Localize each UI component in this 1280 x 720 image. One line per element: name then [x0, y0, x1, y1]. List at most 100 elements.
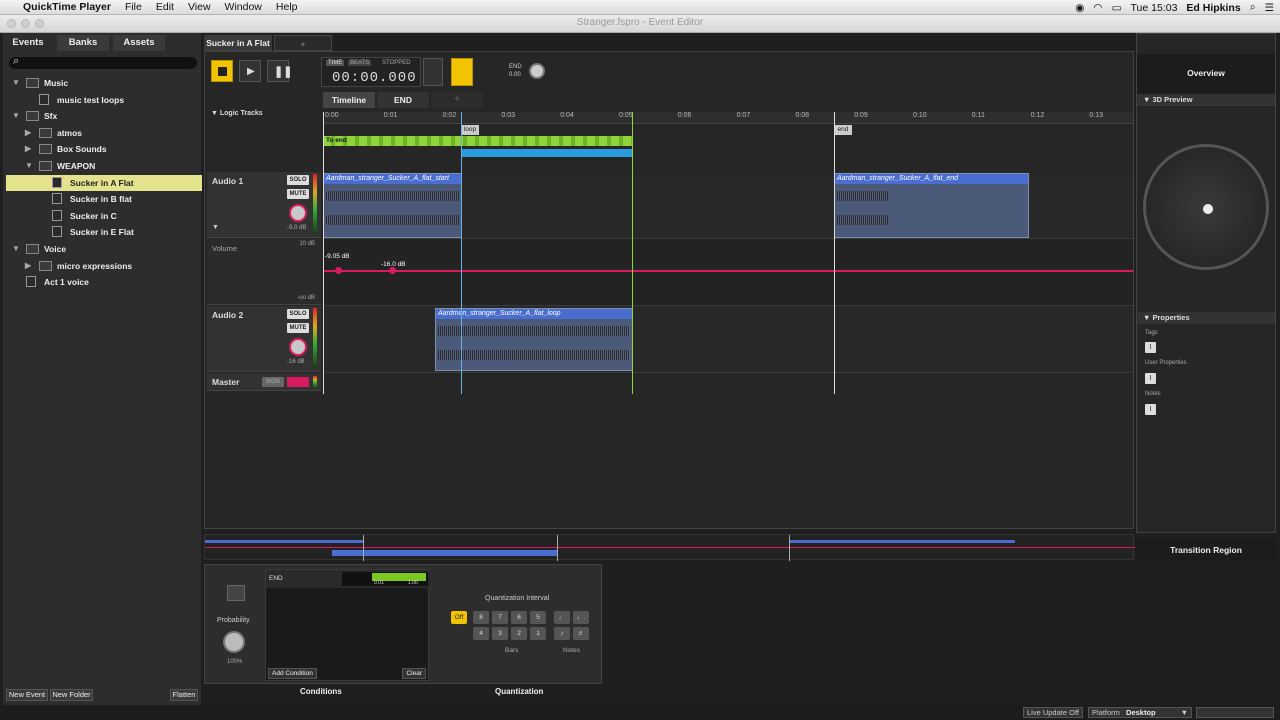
dotted-quarter-note-icon[interactable]: ♩.: [573, 611, 589, 624]
expanded-arrow-icon[interactable]: ▼: [25, 158, 33, 174]
timeline-lanes[interactable]: 0:00 0:01 0:02 0:03 0:04 0:05 0:06 0:07 0:08 0:09…: [323, 112, 1133, 394]
track-header-audio-2[interactable]: Audio 2 SOLO MUTE -16 dB: [207, 306, 321, 372]
loop-marker[interactable]: loop: [461, 125, 479, 135]
tab-timeline[interactable]: Timeline: [323, 92, 375, 108]
solo-button[interactable]: SOLO: [287, 175, 309, 185]
platform-select[interactable]: Platform Desktop ▼: [1088, 707, 1192, 718]
3d-preview-header[interactable]: ▼ 3D Preview: [1137, 94, 1275, 106]
tree-item[interactable]: music test loops: [6, 92, 202, 108]
tree-item[interactable]: Sucker in A Flat: [6, 174, 202, 191]
new-folder-button[interactable]: New Folder: [50, 689, 93, 701]
condition-range[interactable]: 0.01 1.00: [342, 572, 428, 586]
live-update-button[interactable]: Live Update Off: [1023, 707, 1083, 718]
menu-edit[interactable]: Edit: [149, 1, 181, 13]
add-condition-button[interactable]: Add Condition: [268, 668, 317, 679]
tab-assets[interactable]: Assets: [113, 35, 165, 51]
tree-item[interactable]: Act 1 voice: [6, 274, 202, 290]
automation-point[interactable]: [389, 267, 396, 274]
condition-row[interactable]: END 0.01 1.00: [266, 570, 430, 588]
monitor-button[interactable]: MON: [262, 377, 284, 387]
mute-button[interactable]: MUTE: [287, 323, 309, 333]
audio-region-loop[interactable]: Aardman_stranger_Sucker_A_flat_loop: [435, 308, 633, 371]
automation-point[interactable]: [335, 267, 342, 274]
sixteenth-note-icon[interactable]: ♬: [573, 627, 589, 640]
quantization-off-button[interactable]: Off: [451, 611, 467, 624]
tree-item[interactable]: ▼ Sfx: [6, 108, 202, 124]
wifi-icon[interactable]: ◠: [1093, 2, 1102, 14]
collapsed-arrow-icon[interactable]: ▶: [25, 258, 31, 274]
audio-region-end[interactable]: Aardman_stranger_Sucker_A_flat_end: [834, 173, 1029, 238]
track-header-audio-1[interactable]: Audio 1 SOLO MUTE -9.0 dB ▼: [207, 172, 321, 238]
end-marker[interactable]: end: [834, 125, 852, 135]
time-ruler[interactable]: 0:00 0:01 0:02 0:03 0:04 0:05 0:06 0:07 0:08 0:09…: [323, 112, 1133, 124]
clear-conditions-button[interactable]: Clear: [402, 668, 426, 679]
record-icon[interactable]: ◉: [1075, 2, 1084, 14]
playhead[interactable]: [323, 112, 324, 394]
menu-window[interactable]: Window: [218, 1, 269, 13]
search-icon[interactable]: ⌕: [1250, 1, 1256, 14]
pause-button[interactable]: ❚❚: [267, 60, 292, 82]
audio-region-start[interactable]: Aardman_stranger_Sucker_A_flat_start: [323, 173, 462, 238]
expanded-arrow-icon[interactable]: ▼: [12, 75, 20, 91]
tab-event-sucker-a-flat[interactable]: Sucker in A Flat: [204, 35, 272, 51]
properties-header[interactable]: ▼ Properties: [1137, 312, 1275, 324]
edit-user-properties-icon[interactable]: I: [1145, 373, 1156, 384]
bar-1-button[interactable]: 1: [530, 627, 546, 640]
track-volume-knob[interactable]: [289, 204, 307, 222]
play-button[interactable]: ▶: [239, 60, 261, 82]
clock[interactable]: Tue 15:03: [1131, 2, 1178, 14]
bar-5-button[interactable]: 5: [530, 611, 546, 624]
tree-item[interactable]: ▶ atmos: [6, 125, 202, 141]
track-volume-knob[interactable]: [289, 338, 307, 356]
eighth-note-icon[interactable]: ♪: [554, 627, 570, 640]
collapsed-arrow-icon[interactable]: ▶: [25, 125, 31, 141]
beats-mode-button[interactable]: BEATS: [348, 60, 372, 66]
tree-item[interactable]: Sucker in B flat: [6, 191, 202, 207]
master-fader[interactable]: [287, 377, 309, 387]
overview-timeline[interactable]: [204, 534, 1135, 561]
3d-preview-panner[interactable]: [1143, 144, 1269, 270]
zoom-window-icon[interactable]: [35, 19, 44, 28]
search-input[interactable]: ⌕: [9, 55, 197, 69]
collapsed-arrow-icon[interactable]: ▶: [25, 141, 31, 157]
bar-6-button[interactable]: 6: [511, 611, 527, 624]
bar-7-button[interactable]: 7: [492, 611, 508, 624]
volume-automation-curve[interactable]: [323, 270, 1133, 272]
bar-8-button[interactable]: 8: [473, 611, 489, 624]
menu-view[interactable]: View: [181, 1, 218, 13]
tab-end[interactable]: END: [377, 92, 429, 108]
user-name[interactable]: Ed Hipkins: [1186, 2, 1240, 14]
bar-3-button[interactable]: 3: [492, 627, 508, 640]
loop-region[interactable]: [462, 149, 633, 157]
add-tab-button[interactable]: +: [274, 35, 332, 51]
tree-item[interactable]: ▶ Box Sounds: [6, 141, 202, 157]
transition-to-end-region[interactable]: To end: [323, 136, 633, 146]
menu-help[interactable]: Help: [269, 1, 305, 13]
list-icon[interactable]: ☰: [1265, 2, 1274, 14]
loop-toggle[interactable]: [423, 58, 443, 86]
bar-2-button[interactable]: 2: [511, 627, 527, 640]
edit-notes-icon[interactable]: I: [1145, 404, 1156, 415]
solo-button[interactable]: SOLO: [287, 309, 309, 319]
flatten-button[interactable]: Flatten: [170, 689, 198, 701]
tree-item[interactable]: ▼ Voice: [6, 241, 202, 257]
menu-file[interactable]: File: [118, 1, 149, 13]
tree-item[interactable]: Sucker in C: [6, 208, 202, 224]
edit-tags-icon[interactable]: I: [1145, 342, 1156, 353]
mute-button[interactable]: MUTE: [287, 189, 309, 199]
master-track-header[interactable]: Master MON: [207, 373, 321, 391]
quarter-note-icon[interactable]: ♩: [554, 611, 570, 624]
end-parameter-knob[interactable]: [529, 63, 545, 79]
listener-icon[interactable]: [1203, 204, 1213, 214]
probability-knob[interactable]: [223, 631, 245, 653]
time-mode-button[interactable]: TIME: [326, 60, 345, 66]
menu-app-name[interactable]: QuickTime Player: [19, 1, 118, 13]
follow-playback-toggle[interactable]: [451, 58, 473, 86]
expanded-arrow-icon[interactable]: ▼: [12, 108, 20, 124]
new-event-button[interactable]: New Event: [6, 689, 48, 701]
tree-item[interactable]: ▼ WEAPON: [6, 158, 202, 174]
close-window-icon[interactable]: [7, 19, 16, 28]
logic-tracks-toggle[interactable]: ▼ Logic Tracks: [211, 110, 263, 117]
bar-4-button[interactable]: 4: [473, 627, 489, 640]
tab-events[interactable]: Events: [3, 35, 53, 51]
